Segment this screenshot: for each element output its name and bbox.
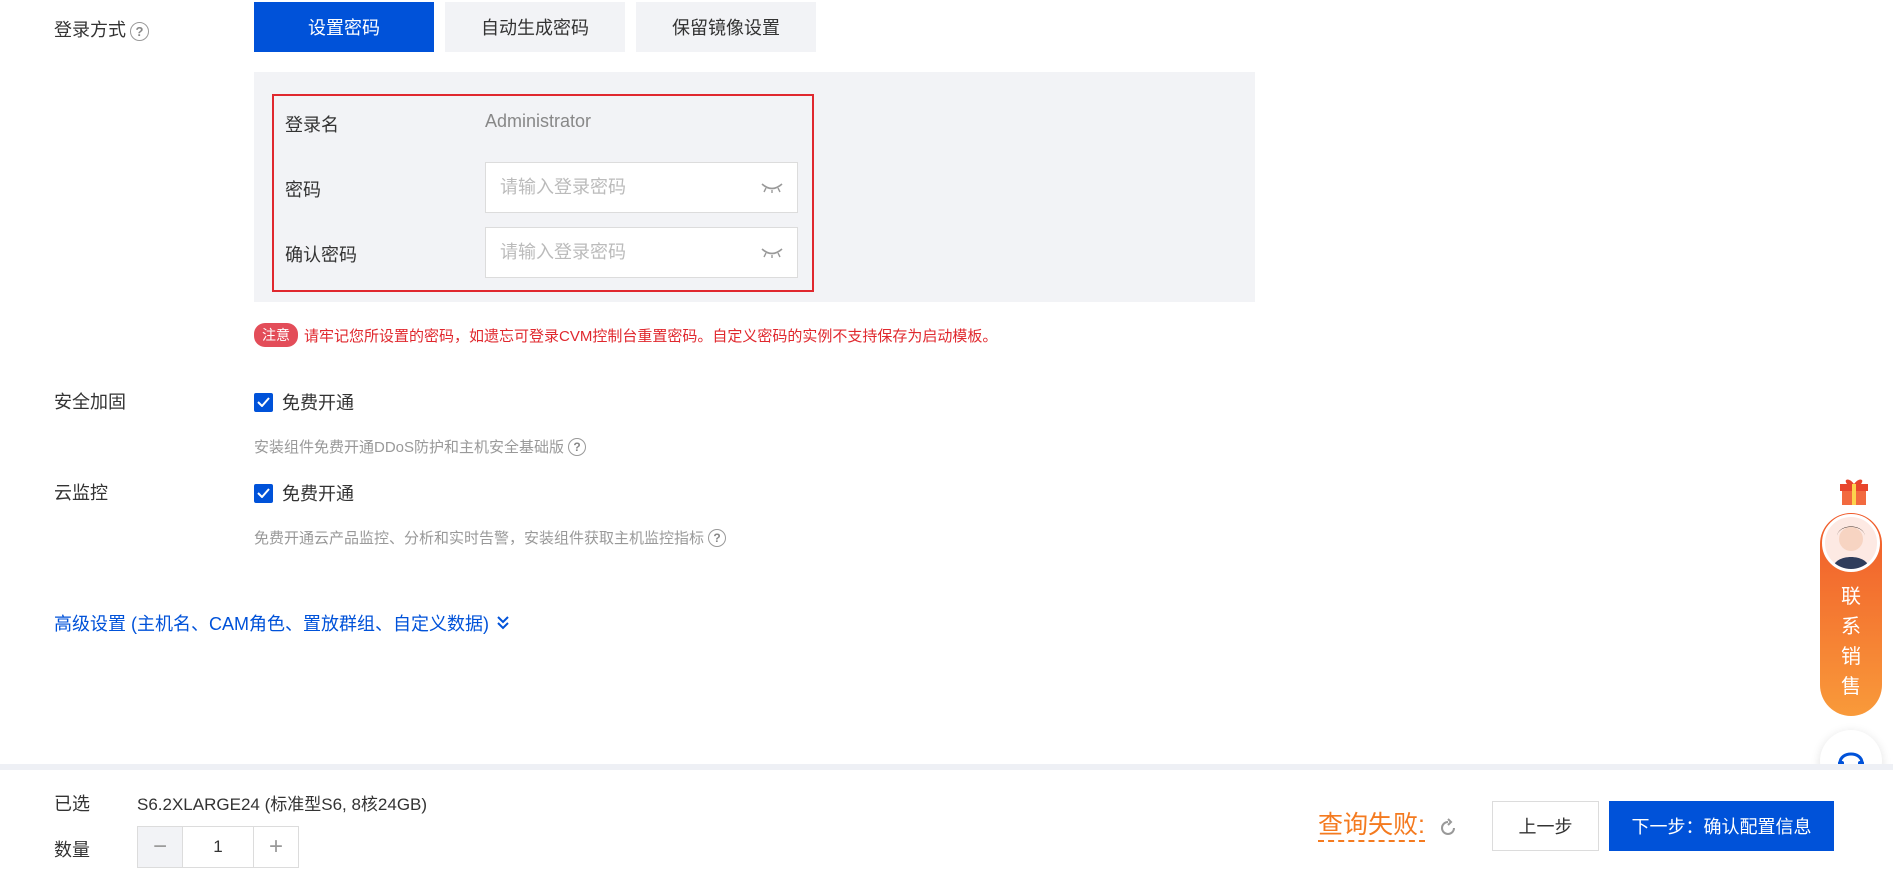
previous-step-button[interactable]: 上一步 (1492, 801, 1599, 851)
check-icon (257, 488, 270, 498)
check-icon (257, 397, 270, 407)
username-value: Administrator (485, 111, 592, 131)
username-label: 登录名 (285, 115, 339, 135)
price-query-failed: 查询失败: (1318, 810, 1425, 842)
monitor-checkbox[interactable] (254, 483, 273, 503)
monitor-checkbox-label: 免费开通 (282, 484, 354, 504)
security-checkbox-row[interactable]: 免费开通 (254, 389, 354, 415)
security-checkbox[interactable] (254, 392, 273, 412)
quantity-stepper: − 1 + (137, 826, 299, 868)
security-label: 安全加固 (54, 392, 126, 412)
confirm-password-input[interactable] (500, 242, 761, 263)
help-icon[interactable]: ? (568, 437, 587, 456)
double-chevron-down-icon (497, 616, 509, 630)
password-notice: 注意 请牢记您所设置的密码，如遗忘可登录CVM控制台重置密码。自定义密码的实例不… (254, 323, 997, 347)
login-method-tabs: 设置密码 自动生成密码 保留镜像设置 (254, 2, 816, 52)
monitor-label: 云监控 (54, 483, 108, 503)
notice-text: 请牢记您所设置的密码，如遗忘可登录CVM控制台重置密码。自定义密码的实例不支持保… (304, 327, 998, 345)
advanced-settings-toggle[interactable]: 高级设置 (主机名、CAM角色、置放群组、自定义数据) (54, 610, 511, 636)
help-icon[interactable]: ? (130, 21, 149, 41)
security-checkbox-label: 免费开通 (282, 393, 354, 413)
security-hint: 安装组件免费开通DDoS防护和主机安全基础版? (254, 436, 587, 457)
monitor-hint: 免费开通云产品监控、分析和实时告警，安装组件获取主机监控指标? (254, 527, 727, 548)
eye-closed-icon[interactable] (761, 182, 783, 194)
quantity-decrease-button[interactable]: − (138, 827, 182, 867)
tab-keep-image-settings[interactable]: 保留镜像设置 (636, 2, 816, 52)
gift-icon[interactable] (1829, 465, 1879, 515)
next-step-button[interactable]: 下一步：确认配置信息 (1609, 801, 1834, 851)
notice-badge: 注意 (254, 323, 298, 347)
sales-avatar (1822, 514, 1880, 572)
eye-closed-icon[interactable] (761, 247, 783, 259)
password-label: 密码 (285, 180, 321, 200)
help-icon[interactable]: ? (708, 528, 727, 547)
refresh-icon[interactable] (1438, 818, 1458, 838)
quantity-increase-button[interactable]: + (254, 827, 298, 867)
confirm-password-field (485, 227, 798, 278)
monitor-checkbox-row[interactable]: 免费开通 (254, 480, 354, 506)
tab-auto-generate-password[interactable]: 自动生成密码 (445, 2, 625, 52)
login-method-label: 登录方式? (54, 16, 149, 42)
contact-sales-text[interactable]: 联 系 销 售 (1820, 582, 1882, 702)
quantity-label: 数量 (54, 840, 90, 860)
selected-value: S6.2XLARGE24 (标准型S6, 8核24GB) (137, 795, 428, 814)
quantity-input[interactable]: 1 (182, 827, 254, 867)
selected-label: 已选 (54, 794, 90, 814)
confirm-password-label: 确认密码 (285, 245, 357, 265)
password-input[interactable] (500, 177, 761, 198)
tab-set-password[interactable]: 设置密码 (254, 2, 434, 52)
password-field (485, 162, 798, 213)
